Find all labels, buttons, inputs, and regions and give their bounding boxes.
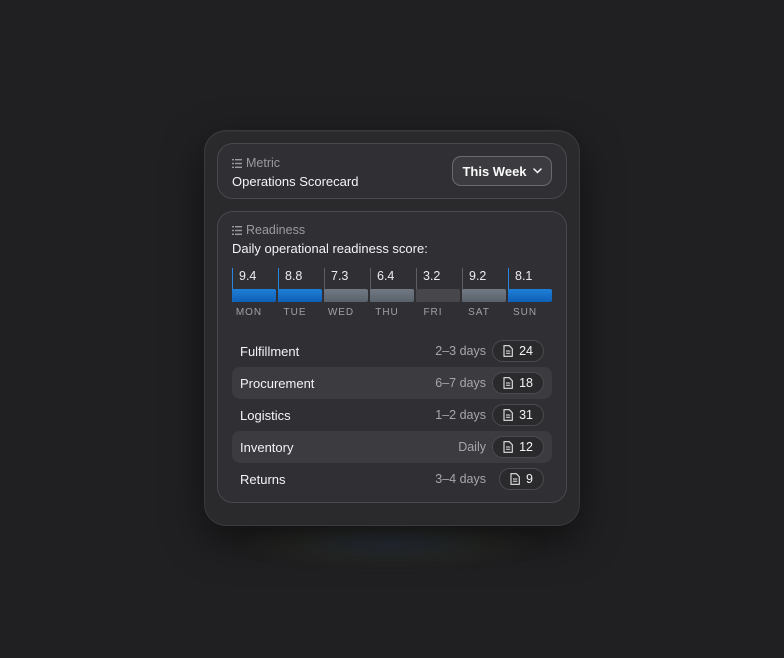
card-glow (230, 520, 550, 566)
day-score-fri: 3.2 FRI (416, 268, 460, 318)
day-score-bar (370, 289, 414, 302)
document-count-badge[interactable]: 31 (492, 404, 544, 426)
readiness-subtitle: Daily operational readiness score: (232, 241, 428, 256)
document-count-badge[interactable]: 24 (492, 340, 544, 362)
process-row-inventory[interactable]: Inventory Daily 12 (232, 431, 552, 463)
chevron-down-icon (532, 168, 542, 174)
day-score-tue: 8.8 TUE (278, 268, 322, 318)
day-score-bar (508, 289, 552, 302)
day-score-mon: 9.4 MON (232, 268, 276, 318)
list-icon (232, 225, 242, 235)
process-name: Fulfillment (240, 343, 300, 359)
process-duration: 1–2 days (435, 408, 486, 422)
day-label: SUN (512, 307, 538, 318)
document-count: 12 (519, 440, 533, 454)
day-score-sat: 9.2 SAT (462, 268, 506, 318)
process-duration: Daily (458, 440, 486, 454)
document-icon (503, 409, 513, 421)
day-label: SAT (468, 307, 490, 318)
process-duration: 6–7 days (435, 376, 486, 390)
list-icon (232, 158, 242, 168)
metric-title: Operations Scorecard (232, 174, 359, 189)
document-icon (503, 345, 513, 357)
day-score-bar (416, 289, 460, 302)
day-label: MON (235, 307, 263, 318)
process-name: Procurement (240, 375, 315, 391)
document-count-badge[interactable]: 18 (492, 372, 544, 394)
process-duration: 2–3 days (435, 344, 486, 358)
process-row-logistics[interactable]: Logistics 1–2 days 31 (232, 399, 552, 431)
metric-eyebrow: Metric (232, 156, 280, 170)
process-name: Inventory (240, 439, 294, 455)
day-score-bar (462, 289, 506, 302)
document-count: 18 (519, 376, 533, 390)
process-row-fulfillment[interactable]: Fulfillment 2–3 days 24 (232, 335, 552, 367)
process-name: Logistics (240, 407, 291, 423)
readiness-panel: Readiness Daily operational readiness sc… (217, 211, 567, 503)
document-count-badge[interactable]: 9 (499, 468, 544, 490)
process-list: Fulfillment 2–3 days 24 Procurement 6–7 … (232, 335, 552, 495)
document-count-badge[interactable]: 12 (492, 436, 544, 458)
day-score-wed: 7.3 WED (324, 268, 368, 318)
scorecard-widget: Metric Operations Scorecard This Week Re… (204, 130, 580, 526)
day-score-bar (232, 289, 276, 302)
day-label: FRI (423, 307, 443, 318)
document-icon (503, 377, 513, 389)
metric-header-panel: Metric Operations Scorecard This Week (217, 143, 567, 199)
document-count: 9 (526, 472, 533, 486)
day-label: TUE (283, 307, 307, 318)
process-row-procurement[interactable]: Procurement 6–7 days 18 (232, 367, 552, 399)
day-score-bar (324, 289, 368, 302)
process-duration: 3–4 days (435, 472, 486, 486)
document-count: 24 (519, 344, 533, 358)
day-label: WED (327, 307, 355, 318)
process-name: Returns (240, 471, 286, 487)
document-icon (503, 441, 513, 453)
day-score-thu: 6.4 THU (370, 268, 414, 318)
day-score-bar (278, 289, 322, 302)
readiness-eyebrow: Readiness (232, 223, 305, 237)
period-dropdown[interactable]: This Week (452, 156, 552, 186)
period-dropdown-label: This Week (462, 163, 527, 179)
metric-eyebrow-label: Metric (246, 156, 281, 170)
day-label: THU (375, 307, 399, 318)
day-score-sun: 8.1 SUN (508, 268, 552, 318)
daily-score-strip: 9.4 MON 8.8 TUE 7.3 WED 6.4 THU 3.2 FRI … (232, 268, 552, 318)
readiness-eyebrow-label: Readiness (246, 223, 306, 237)
process-row-returns[interactable]: Returns 3–4 days 9 (232, 463, 552, 495)
document-count: 31 (519, 408, 533, 422)
document-icon (510, 473, 520, 485)
